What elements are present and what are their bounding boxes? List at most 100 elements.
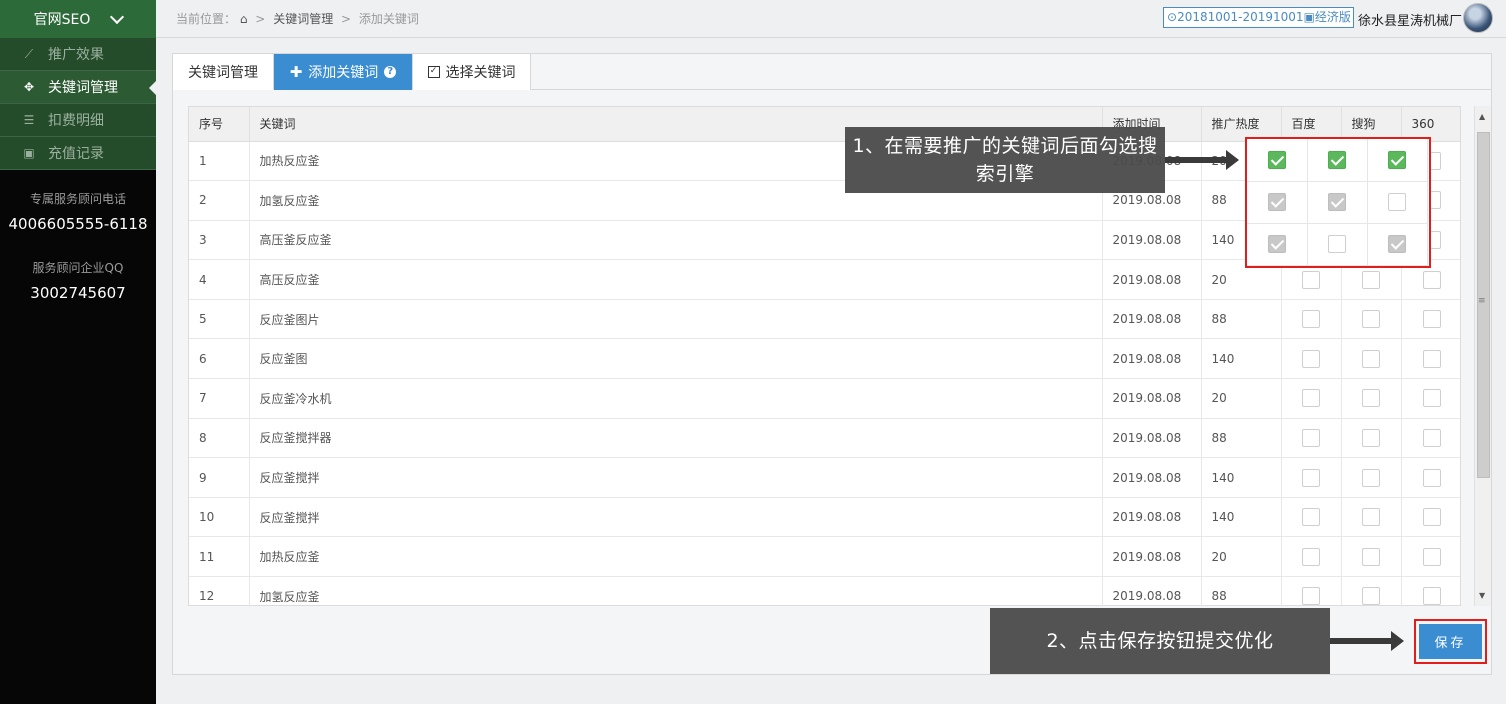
table-row: 5 反应釜图片 2019.08.08 88 xyxy=(189,299,1460,340)
360-checkbox[interactable] xyxy=(1422,349,1441,368)
table-row: 8 反应釜搅拌器 2019.08.08 88 xyxy=(189,418,1460,459)
360-checkbox[interactable] xyxy=(1422,587,1441,605)
cell-keyword: 高压反应釜 xyxy=(249,259,1103,300)
cell-no: 1 xyxy=(189,141,250,182)
cell-no: 4 xyxy=(189,259,250,300)
baidu-checkbox[interactable] xyxy=(1302,310,1320,329)
cell-no: 8 xyxy=(189,418,250,459)
sogou-checkbox[interactable] xyxy=(1362,310,1380,329)
help-icon[interactable]: ? xyxy=(384,66,397,78)
tab-label: 关键词管理 xyxy=(188,65,258,81)
cell-360 xyxy=(1401,457,1460,498)
baidu-checkbox[interactable] xyxy=(1302,468,1320,487)
cell-sogou xyxy=(1341,536,1402,578)
360-checkbox[interactable] xyxy=(1422,508,1441,527)
sidebar-item-recharge-records[interactable]: ▣ 充值记录 xyxy=(0,137,156,170)
baidu-checkbox[interactable] xyxy=(1302,349,1320,368)
avatar[interactable] xyxy=(1463,3,1493,33)
360-checkbox[interactable] xyxy=(1422,547,1441,566)
sidebar-item-label: 关键词管理 xyxy=(48,80,118,96)
tab-label: 添加关键词 xyxy=(308,65,379,81)
tab-keyword-management[interactable]: 关键词管理 xyxy=(173,54,274,90)
save-button[interactable]: 保存 xyxy=(1419,624,1482,659)
cell-date: 2019.08.08 xyxy=(1102,576,1202,605)
cell-date: 2019.08.08 xyxy=(1102,299,1202,340)
cell-no: 7 xyxy=(189,378,250,419)
service-phone-label: 专属服务顾问电话 xyxy=(29,192,126,206)
baidu-checkbox[interactable] xyxy=(1302,270,1320,289)
cell-sogou xyxy=(1341,457,1402,498)
sogou-checkbox[interactable] xyxy=(1328,193,1347,211)
col-header-360: 360 xyxy=(1401,107,1460,142)
cell-no: 2 xyxy=(189,180,250,221)
breadcrumb-separator: > xyxy=(255,12,266,26)
col-header-no: 序号 xyxy=(189,107,250,142)
sogou-checkbox[interactable] xyxy=(1362,468,1380,487)
home-icon[interactable]: ⌂ xyxy=(240,12,248,26)
cell-360 xyxy=(1401,338,1460,380)
tab-select-keyword[interactable]: ✓ 选择关键词 xyxy=(413,54,531,90)
baidu-checkbox[interactable] xyxy=(1267,150,1286,169)
sidebar-item-fee-details[interactable]: ☰ 扣费明细 xyxy=(0,104,156,137)
sogou-checkbox[interactable] xyxy=(1362,428,1380,447)
360-checkbox[interactable] xyxy=(1422,310,1441,329)
cell-keyword: 反应釜冷水机 xyxy=(249,378,1103,419)
checkbox-icon: ✓ xyxy=(427,66,440,78)
service-qq: 服务顾问企业QQ 3002745607 xyxy=(0,259,156,302)
cell-date: 2019.08.08 xyxy=(1102,536,1202,578)
sogou-checkbox[interactable] xyxy=(1362,389,1380,408)
360-checkbox[interactable] xyxy=(1388,193,1407,211)
list-icon: ☰ xyxy=(23,113,35,127)
sogou-checkbox[interactable] xyxy=(1328,150,1347,169)
sogou-checkbox[interactable] xyxy=(1362,547,1380,566)
service-qq-label: 服务顾问企业QQ xyxy=(32,261,124,275)
baidu-checkbox[interactable] xyxy=(1302,428,1320,447)
sogou-checkbox[interactable] xyxy=(1362,270,1380,289)
plus-icon: ✚ xyxy=(289,63,303,81)
baidu-checkbox[interactable] xyxy=(1302,587,1320,605)
baidu-checkbox[interactable] xyxy=(1302,508,1320,527)
cell-no: 10 xyxy=(189,497,250,538)
table-scrollbar[interactable]: ▲ ≡ ▼ xyxy=(1474,106,1491,606)
cell-keyword: 高压釜反应釜 xyxy=(249,220,1103,261)
product-switcher[interactable]: 官网SEO xyxy=(0,0,156,38)
sogou-checkbox[interactable] xyxy=(1362,508,1380,527)
table-row: 11 加热反应釜 2019.08.08 20 xyxy=(189,536,1460,578)
crosshair-icon: ✥ xyxy=(23,80,35,94)
breadcrumb-keyword-management[interactable]: 关键词管理 xyxy=(273,12,333,26)
tab-add-keyword[interactable]: ✚ 添加关键词 ? xyxy=(274,54,413,90)
sogou-checkbox[interactable] xyxy=(1362,587,1380,605)
360-checkbox[interactable] xyxy=(1422,389,1441,408)
baidu-checkbox[interactable] xyxy=(1267,193,1286,211)
cell-keyword: 反应釜搅拌器 xyxy=(249,418,1103,459)
360-checkbox[interactable] xyxy=(1388,235,1407,253)
cell-sogou xyxy=(1341,418,1402,459)
360-checkbox[interactable] xyxy=(1422,428,1441,447)
table-row: 10 反应釜搅拌 2019.08.08 140 xyxy=(189,497,1460,538)
scroll-down-icon[interactable]: ▼ xyxy=(1479,591,1485,600)
cell-date: 2019.08.08 xyxy=(1102,378,1202,419)
cell-sogou xyxy=(1341,378,1402,419)
cell-360 xyxy=(1401,378,1460,419)
360-checkbox[interactable] xyxy=(1388,150,1407,169)
table-row: 9 反应釜搅拌 2019.08.08 140 xyxy=(189,457,1460,498)
sogou-checkbox[interactable] xyxy=(1328,235,1347,253)
cell-keyword: 反应釜搅拌 xyxy=(249,457,1103,498)
sogou-checkbox[interactable] xyxy=(1362,349,1380,368)
service-qq-number: 3002745607 xyxy=(30,284,126,302)
scroll-up-icon[interactable]: ▲ xyxy=(1479,112,1485,121)
cell-heat: 140 xyxy=(1201,497,1282,538)
cell-sogou xyxy=(1341,338,1402,380)
top-bar: 当前位置： ⌂ > 关键词管理 > 添加关键词 ⊙20181001-201910… xyxy=(156,0,1506,38)
baidu-checkbox[interactable] xyxy=(1302,547,1320,566)
company-name[interactable]: 徐水县星涛机械厂 xyxy=(1358,10,1462,29)
360-checkbox[interactable] xyxy=(1422,270,1441,289)
sidebar-item-keyword-management[interactable]: ✥ 关键词管理 xyxy=(0,71,156,104)
cell-baidu xyxy=(1281,378,1342,419)
cell-no: 3 xyxy=(189,220,250,261)
table-header: 序号 关键词 添加时间 推广热度 百度 搜狗 360 xyxy=(189,107,1460,142)
baidu-checkbox[interactable] xyxy=(1302,389,1320,408)
baidu-checkbox[interactable] xyxy=(1267,235,1286,253)
360-checkbox[interactable] xyxy=(1422,468,1441,487)
sidebar-item-promotion-effect[interactable]: ⟋ 推广效果 xyxy=(0,38,156,71)
